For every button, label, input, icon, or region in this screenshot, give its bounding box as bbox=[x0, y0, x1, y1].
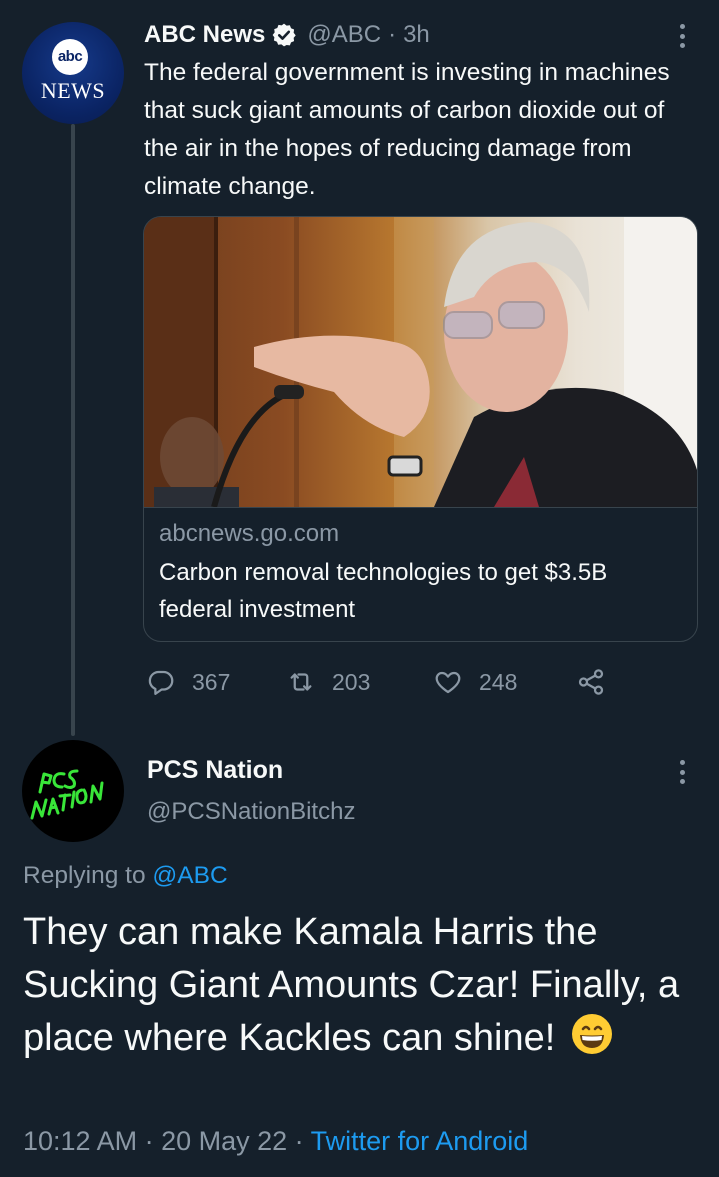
abc-logo: abc bbox=[52, 39, 88, 75]
link-preview-card[interactable]: abcnews.go.com Carbon removal technologi… bbox=[143, 216, 698, 642]
tweet-text: The federal government is investing in m… bbox=[144, 59, 670, 200]
reply-more-options-icon[interactable] bbox=[672, 757, 692, 787]
reply-source-link[interactable]: Twitter for Android bbox=[311, 1126, 529, 1156]
reply-button[interactable]: 367 bbox=[146, 662, 230, 702]
card-domain: abcnews.go.com bbox=[159, 520, 340, 547]
replying-to-mention[interactable]: @ABC bbox=[152, 862, 227, 889]
share-icon bbox=[578, 669, 604, 695]
card-meta: abcnews.go.com Carbon removal technologi… bbox=[144, 507, 697, 641]
reply-author-handle[interactable]: @PCSNationBitchz bbox=[147, 798, 355, 826]
tweet-header: ABC News @ABC · 3h bbox=[144, 18, 430, 52]
author-name[interactable]: ABC News bbox=[144, 21, 265, 49]
tweet-actions-bar: 367 203 248 bbox=[146, 662, 616, 702]
share-button[interactable] bbox=[576, 662, 622, 702]
pcs-nation-avatar[interactable] bbox=[22, 740, 124, 842]
like-count: 248 bbox=[479, 668, 518, 695]
tweet-time[interactable]: 3h bbox=[403, 21, 430, 49]
reply-count: 367 bbox=[192, 668, 231, 695]
retweet-icon bbox=[290, 673, 312, 691]
like-button[interactable]: 248 bbox=[433, 662, 517, 702]
reply-timestamp[interactable]: 10:12 AM · 20 May 22 · bbox=[23, 1126, 304, 1156]
abc-news-avatar[interactable]: abc NEWS bbox=[22, 22, 124, 124]
separator-dot: · bbox=[388, 21, 397, 48]
reply-text-block: They can make Kamala Harris the Sucking … bbox=[23, 906, 703, 1065]
reply-icon bbox=[148, 670, 174, 695]
heart-icon bbox=[435, 671, 461, 694]
retweet-count: 203 bbox=[332, 668, 371, 695]
author-handle[interactable]: @ABC bbox=[307, 21, 381, 49]
card-title: Carbon removal technologies to get $3.5B… bbox=[159, 559, 608, 623]
verified-badge-icon bbox=[271, 22, 297, 48]
grinning-face-icon bbox=[570, 1012, 614, 1056]
thread-connector-line bbox=[71, 124, 75, 736]
reply-author-name[interactable]: PCS Nation bbox=[147, 756, 283, 785]
replying-prefix: Replying to bbox=[23, 862, 146, 889]
replying-to-line: Replying to @ABC bbox=[23, 862, 228, 890]
more-options-icon[interactable] bbox=[672, 21, 692, 51]
pcs-nation-logo bbox=[30, 769, 104, 820]
article-photo bbox=[144, 217, 697, 507]
news-wordmark: NEWS bbox=[40, 78, 106, 103]
retweet-button[interactable]: 203 bbox=[286, 662, 370, 702]
reply-footer: 10:12 AM · 20 May 22 · Twitter for Andro… bbox=[23, 1126, 528, 1157]
